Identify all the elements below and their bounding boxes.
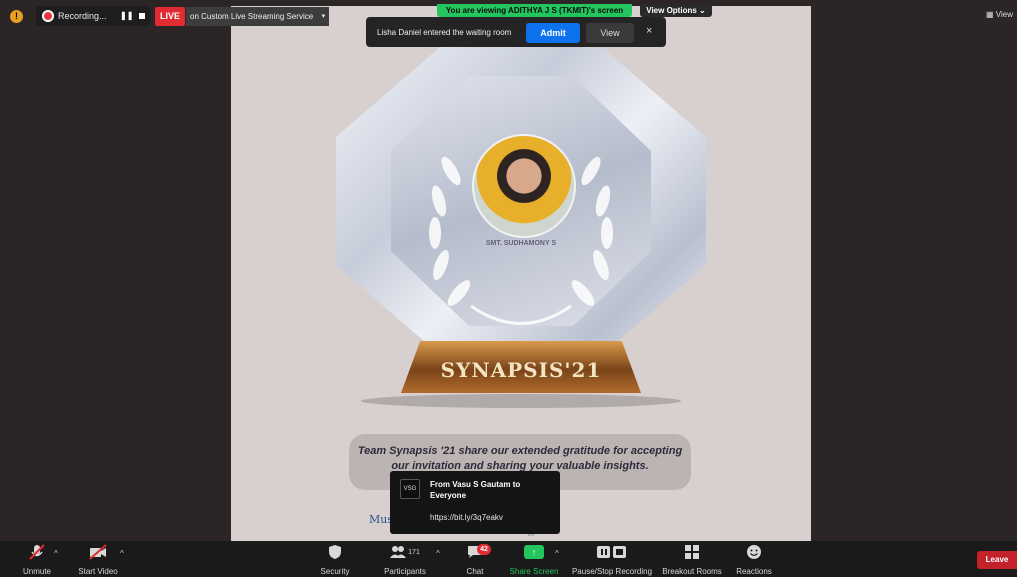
share-options-chevron-icon[interactable]: ^ bbox=[555, 549, 559, 558]
breakout-rooms-button[interactable]: Breakout Rooms bbox=[661, 541, 723, 576]
security-button[interactable]: Security bbox=[314, 541, 356, 576]
unmute-label: Unmute bbox=[22, 567, 51, 576]
breakout-rooms-icon bbox=[661, 541, 723, 563]
meeting-info-shield-icon[interactable]: ! bbox=[10, 10, 23, 23]
share-screen-icon: ↑ bbox=[524, 545, 544, 559]
pause-recording-label: Pause/Stop Recording bbox=[571, 567, 653, 576]
stream-service-label: on Custom Live Streaming Service bbox=[190, 12, 314, 21]
chat-sender: From Vasu S Gautam to Everyone bbox=[430, 480, 521, 500]
honoree-portrait bbox=[472, 134, 576, 238]
view-button[interactable]: ▦ View bbox=[986, 10, 1013, 19]
shared-screen-area: SMT. SUDHAMONY S SYNAPSIS'21 Team Synaps… bbox=[0, 0, 1017, 541]
chevron-down-icon: ▾ bbox=[321, 13, 326, 20]
stop-recording-icon[interactable] bbox=[139, 13, 145, 19]
trophy-shadow bbox=[361, 394, 681, 408]
participants-options-chevron-icon[interactable]: ^ bbox=[436, 549, 440, 558]
admit-button[interactable]: Admit bbox=[526, 23, 580, 43]
participants-icon-group: 171 bbox=[380, 541, 430, 563]
live-badge[interactable]: LIVE bbox=[155, 7, 185, 26]
participants-count: 171 bbox=[408, 548, 420, 556]
participants-icon bbox=[390, 546, 407, 558]
unmute-button[interactable]: Unmute bbox=[14, 541, 60, 576]
audio-options-chevron-icon[interactable]: ^ bbox=[54, 549, 58, 558]
chat-unread-badge: 42 bbox=[477, 544, 491, 555]
event-title: SYNAPSIS'21 bbox=[440, 358, 602, 382]
video-off-icon bbox=[74, 541, 122, 563]
reactions-label: Reactions bbox=[736, 567, 772, 576]
view-waiting-room-button[interactable]: View bbox=[586, 23, 634, 43]
participants-button[interactable]: 171 Participants bbox=[380, 541, 430, 576]
start-video-label: Start Video bbox=[78, 567, 118, 576]
chat-message-link[interactable]: https://bit.ly/3q7eakv bbox=[430, 513, 503, 522]
close-icon[interactable]: × bbox=[646, 25, 652, 37]
honoree-name: SMT. SUDHAMONY S bbox=[485, 240, 557, 247]
avatar: VSG bbox=[400, 479, 420, 499]
security-label: Security bbox=[320, 567, 350, 576]
breakout-rooms-label: Breakout Rooms bbox=[662, 567, 722, 576]
recording-label: Recording... bbox=[58, 11, 107, 21]
waiting-room-message: Lisha Daniel entered the waiting room bbox=[377, 28, 512, 37]
leave-button[interactable]: Leave bbox=[977, 551, 1017, 569]
shared-slide: SMT. SUDHAMONY S SYNAPSIS'21 Team Synaps… bbox=[231, 6, 811, 541]
smiley-icon bbox=[734, 541, 774, 563]
stream-service-dropdown[interactable]: on Custom Live Streaming Service ▾ bbox=[186, 7, 330, 26]
share-screen-label: Share Screen bbox=[509, 567, 559, 576]
view-options-button[interactable]: View Options ⌄ bbox=[640, 4, 712, 17]
shield-icon bbox=[314, 541, 356, 563]
pause-stop-icon bbox=[570, 541, 654, 563]
video-options-chevron-icon[interactable]: ^ bbox=[120, 549, 124, 558]
view-label: View bbox=[995, 10, 1013, 19]
recording-dot-icon bbox=[44, 12, 52, 20]
grid-view-icon: ▦ bbox=[986, 10, 994, 19]
participants-label: Participants bbox=[384, 567, 426, 576]
viewing-screen-banner: You are viewing ADITHYA J S (TKMIT)'s sc… bbox=[437, 4, 632, 17]
chat-label: Chat bbox=[466, 567, 484, 576]
share-screen-button[interactable]: ↑ Share Screen bbox=[506, 541, 562, 576]
pause-stop-recording-button[interactable]: Pause/Stop Recording bbox=[570, 541, 654, 576]
pause-recording-icon[interactable]: ❚❚ bbox=[120, 11, 133, 20]
reactions-button[interactable]: Reactions bbox=[734, 541, 774, 576]
start-video-button[interactable]: Start Video bbox=[74, 541, 122, 576]
